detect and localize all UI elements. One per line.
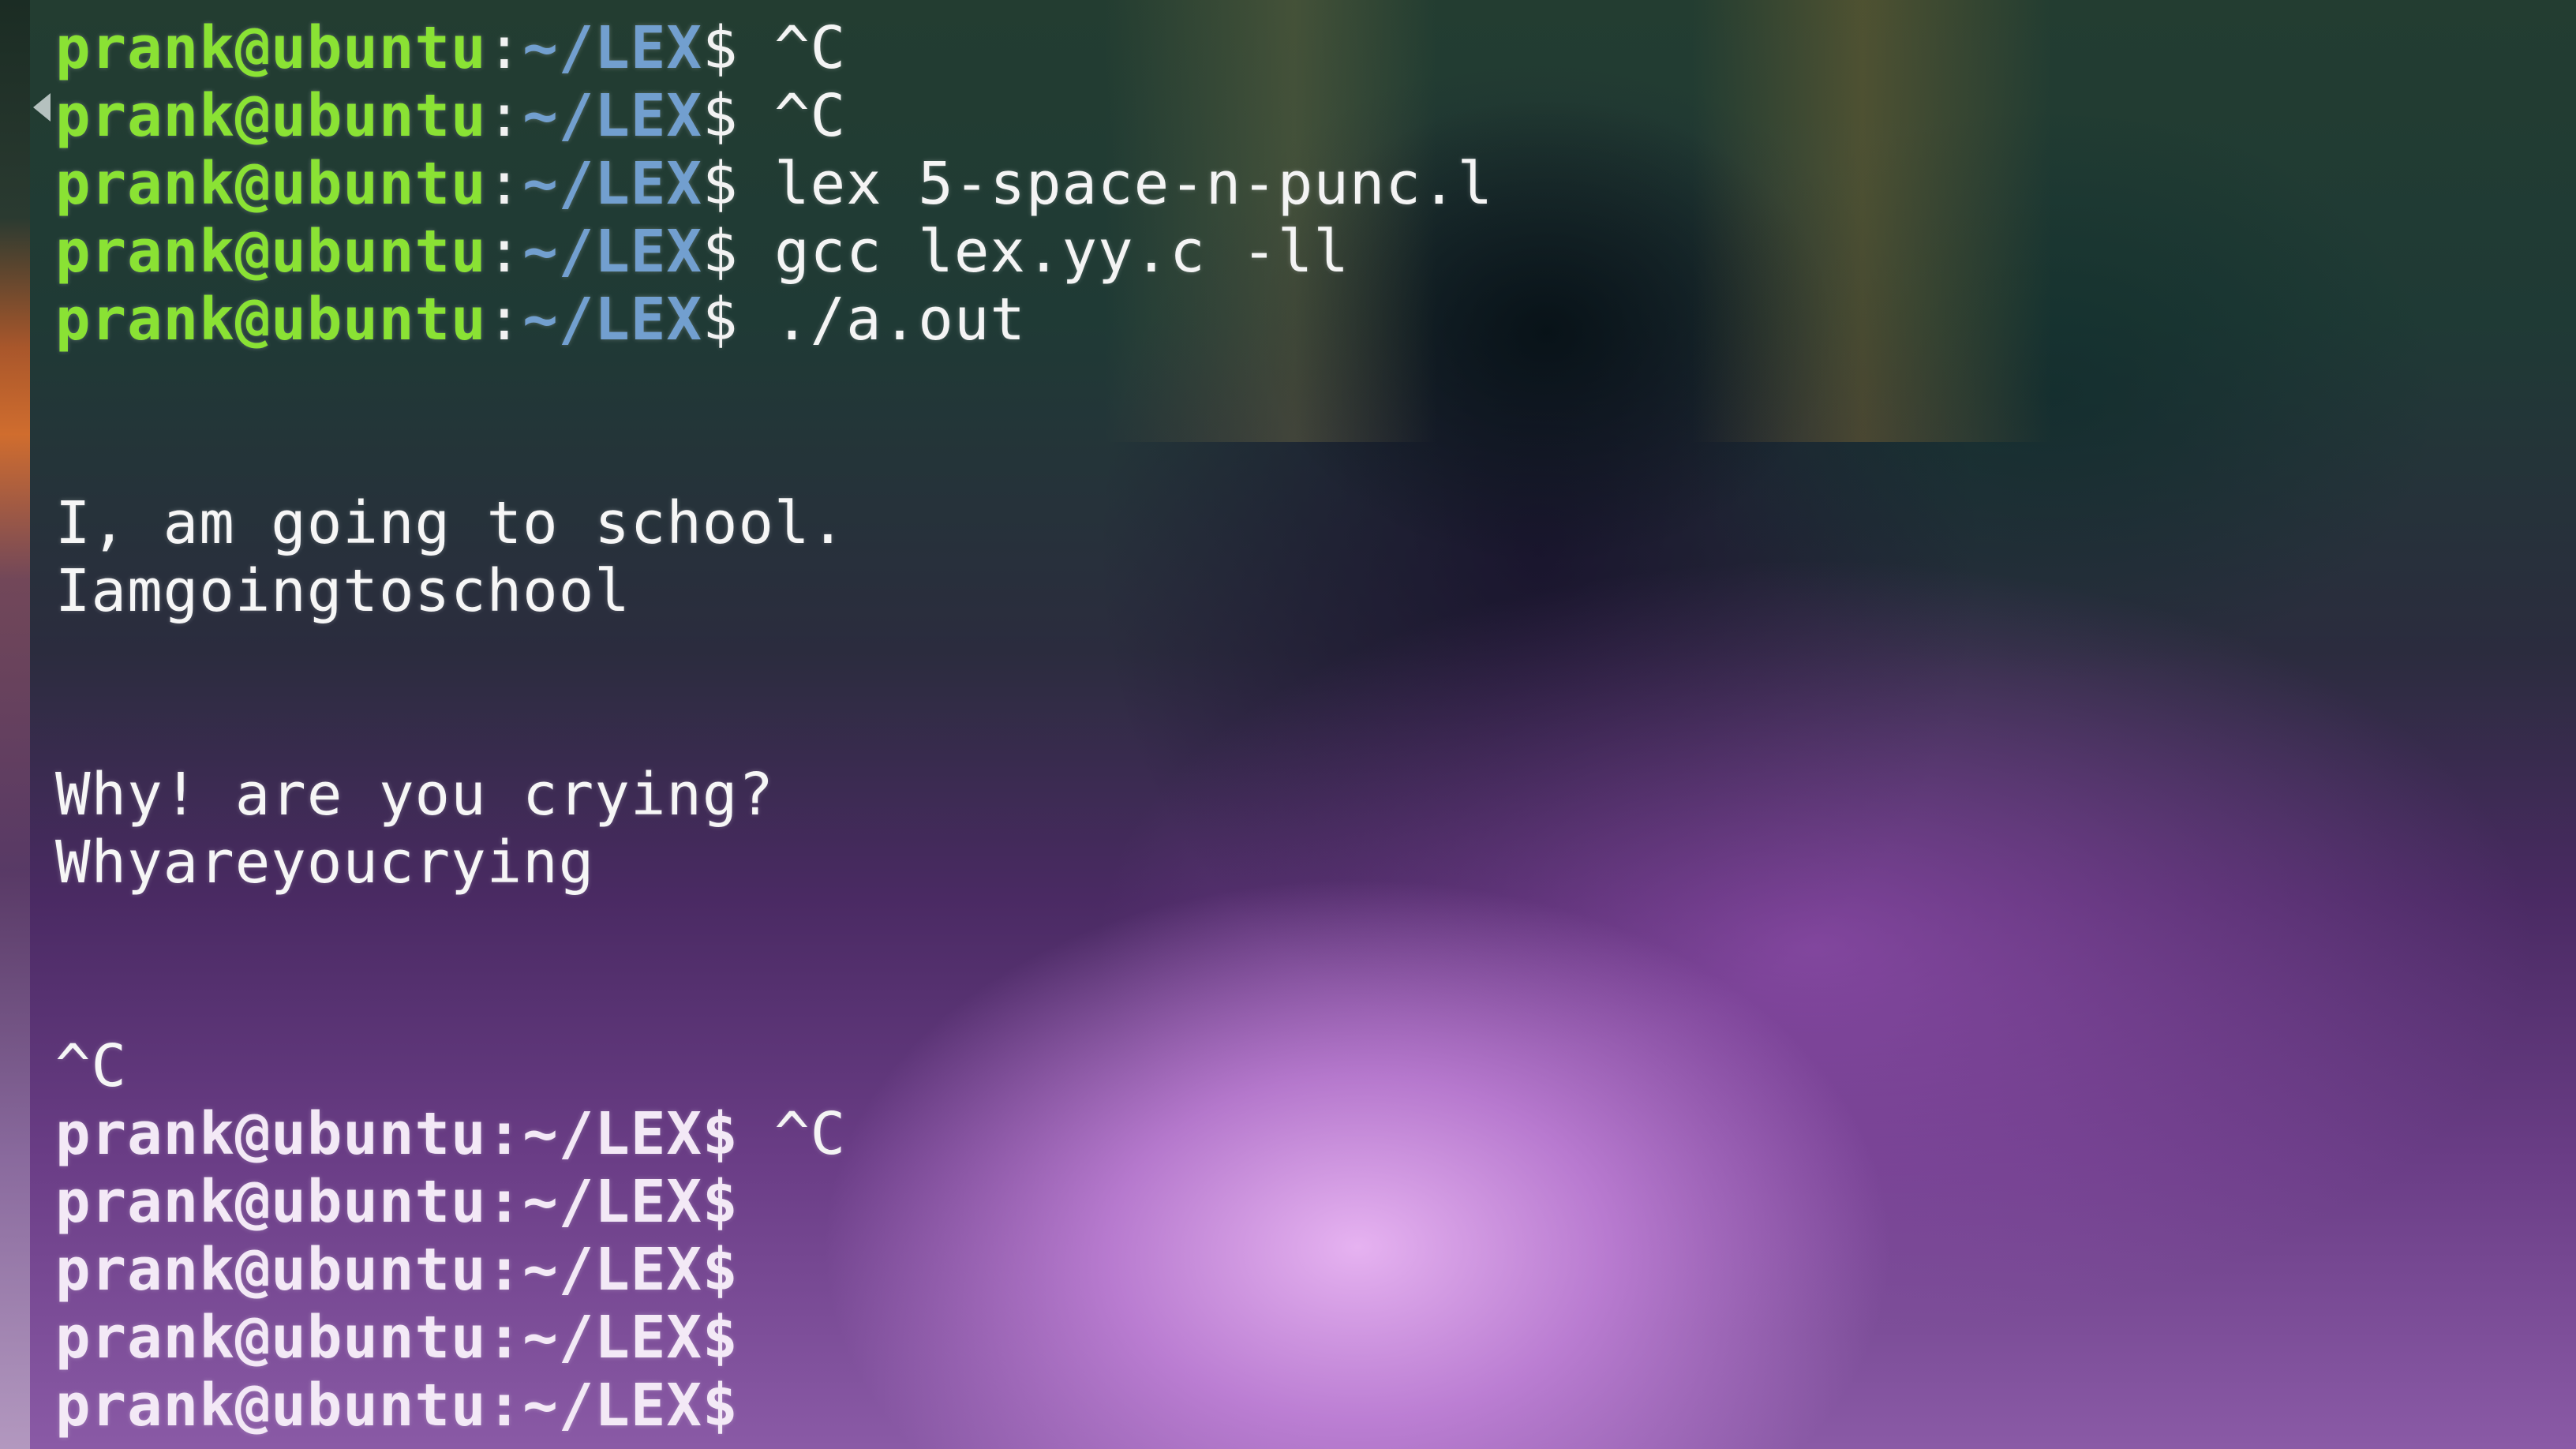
prompt-path: ~/LEX bbox=[522, 1304, 702, 1372]
prompt-user-host: prank@ubuntu bbox=[55, 1372, 487, 1440]
command-text: gcc lex.yy.c -ll bbox=[774, 218, 1350, 286]
prompt-symbol: $ bbox=[702, 1168, 739, 1236]
terminal-output[interactable]: prank@ubuntu:~/LEX$ ^C prank@ubuntu:~/LEX… bbox=[55, 14, 1493, 1440]
terminal-screen: prank@ubuntu:~/LEX$ ^C prank@ubuntu:~/LEX… bbox=[0, 0, 2576, 1449]
terminal-line: prank@ubuntu:~/LEX$ bbox=[55, 1304, 1493, 1372]
command-text: ^C bbox=[774, 1100, 847, 1168]
prompt-user-host: prank@ubuntu bbox=[55, 1236, 487, 1304]
prompt-path: ~/LEX bbox=[522, 218, 702, 286]
terminal-line: prank@ubuntu:~/LEX$ bbox=[55, 1372, 1493, 1440]
prompt-separator: : bbox=[486, 14, 523, 82]
prompt-path: ~/LEX bbox=[522, 286, 702, 354]
terminal-line: prank@ubuntu:~/LEX$ gcc lex.yy.c -ll bbox=[55, 218, 1493, 286]
prompt-user-host: prank@ubuntu bbox=[55, 150, 487, 218]
terminal-line: prank@ubuntu:~/LEX$ ^C bbox=[55, 14, 1493, 82]
prompt-path: ~/LEX bbox=[522, 1168, 702, 1236]
prompt-path: ~/LEX bbox=[522, 1100, 702, 1168]
output-text: ^C bbox=[55, 1032, 128, 1100]
prompt-symbol: $ bbox=[702, 82, 739, 150]
terminal-line: Why! are you crying? bbox=[55, 761, 1493, 829]
prompt-separator: : bbox=[486, 82, 523, 150]
prompt-user-host: prank@ubuntu bbox=[55, 14, 487, 82]
prompt-user-host: prank@ubuntu bbox=[55, 218, 487, 286]
prompt-user-host: prank@ubuntu bbox=[55, 286, 487, 354]
prompt-symbol: $ bbox=[702, 1236, 739, 1304]
terminal-line: prank@ubuntu:~/LEX$ ^C bbox=[55, 1100, 1493, 1168]
prompt-separator: : bbox=[486, 286, 523, 354]
prompt-separator: : bbox=[486, 1168, 523, 1236]
terminal-line: ^C bbox=[55, 1032, 1493, 1100]
prompt-symbol: $ bbox=[702, 1100, 739, 1168]
prompt-symbol: $ bbox=[702, 1304, 739, 1372]
prompt-path: ~/LEX bbox=[522, 150, 702, 218]
command-text: ^C bbox=[774, 14, 847, 82]
terminal-line: prank@ubuntu:~/LEX$ ./a.out bbox=[55, 286, 1493, 354]
terminal-line: prank@ubuntu:~/LEX$ ^C bbox=[55, 82, 1493, 150]
output-text: Whyareyoucrying bbox=[55, 829, 595, 897]
output-text: Iamgoingtoschool bbox=[55, 557, 631, 625]
prompt-path: ~/LEX bbox=[522, 1236, 702, 1304]
output-text: I, am going to school. bbox=[55, 489, 847, 557]
prompt-separator: : bbox=[486, 1100, 523, 1168]
prompt-path: ~/LEX bbox=[522, 82, 702, 150]
prompt-symbol: $ bbox=[702, 14, 739, 82]
prompt-symbol: $ bbox=[702, 286, 739, 354]
terminal-line: prank@ubuntu:~/LEX$ bbox=[55, 1236, 1493, 1304]
prompt-separator: : bbox=[486, 218, 523, 286]
output-text: Why! are you crying? bbox=[55, 761, 775, 829]
prompt-user-host: prank@ubuntu bbox=[55, 1304, 487, 1372]
prompt-symbol: $ bbox=[702, 1372, 739, 1440]
prompt-user-host: prank@ubuntu bbox=[55, 1100, 487, 1168]
launcher-arrow-icon bbox=[33, 93, 51, 122]
prompt-separator: : bbox=[486, 150, 523, 218]
launcher-edge bbox=[0, 0, 30, 1449]
command-text: ./a.out bbox=[774, 286, 1026, 354]
prompt-path: ~/LEX bbox=[522, 14, 702, 82]
prompt-separator: : bbox=[486, 1236, 523, 1304]
terminal-line: Whyareyoucrying bbox=[55, 829, 1493, 897]
prompt-symbol: $ bbox=[702, 150, 739, 218]
prompt-symbol: $ bbox=[702, 218, 739, 286]
prompt-user-host: prank@ubuntu bbox=[55, 1168, 487, 1236]
prompt-separator: : bbox=[486, 1372, 523, 1440]
prompt-path: ~/LEX bbox=[522, 1372, 702, 1440]
command-text: ^C bbox=[774, 82, 847, 150]
prompt-separator: : bbox=[486, 1304, 523, 1372]
command-text: lex 5-space-n-punc.l bbox=[774, 150, 1494, 218]
prompt-user-host: prank@ubuntu bbox=[55, 82, 487, 150]
terminal-line: prank@ubuntu:~/LEX$ lex 5-space-n-punc.l bbox=[55, 150, 1493, 218]
terminal-line: I, am going to school. bbox=[55, 489, 1493, 557]
terminal-line: prank@ubuntu:~/LEX$ bbox=[55, 1168, 1493, 1236]
terminal-line: Iamgoingtoschool bbox=[55, 557, 1493, 625]
